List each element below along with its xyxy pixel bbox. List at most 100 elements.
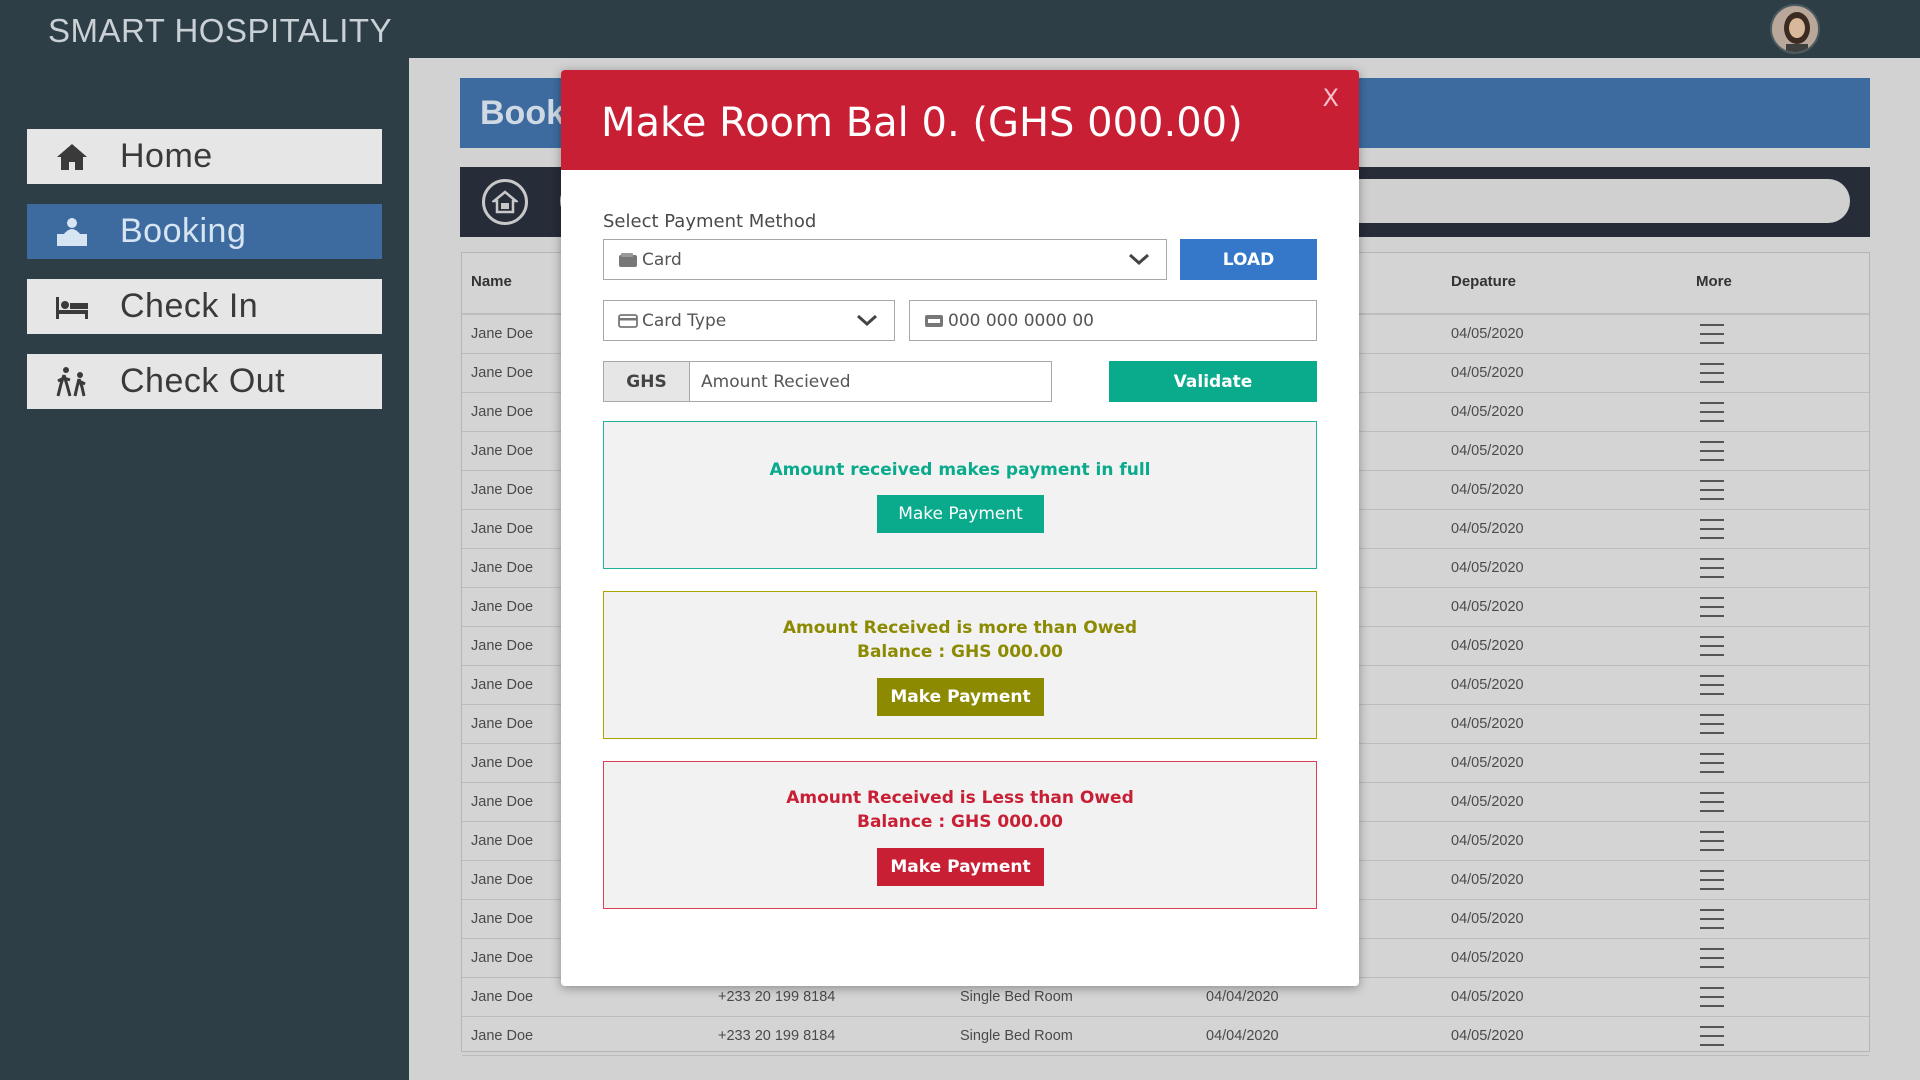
cell-departure: 04/05/2020 <box>1451 833 1524 849</box>
cell-departure: 04/05/2020 <box>1451 404 1524 420</box>
reception-desk-icon <box>52 212 92 252</box>
cell-name: Jane Doe <box>471 560 534 576</box>
page-title: Book <box>480 94 565 132</box>
make-payment-over-button[interactable]: Make Payment <box>877 678 1044 716</box>
wallet-icon <box>618 252 638 273</box>
walking-person-icon <box>52 362 92 402</box>
cell-room-type: Single Bed Room <box>960 1028 1073 1044</box>
currency-addon: GHS <box>604 362 690 401</box>
cell-departure: 04/05/2020 <box>1451 911 1524 927</box>
card-type-select[interactable]: Card Type <box>603 300 895 341</box>
cell-room-type: Single Bed Room <box>960 989 1073 1005</box>
cell-departure: 04/05/2020 <box>1451 950 1524 966</box>
cell-name: Jane Doe <box>471 989 534 1005</box>
column-header-name: Name <box>471 273 512 290</box>
payment-method-select[interactable]: Card <box>603 239 1167 280</box>
hamburger-menu-icon[interactable] <box>1700 909 1724 929</box>
validate-button[interactable]: Validate <box>1109 361 1317 402</box>
sidebar-item-booking[interactable]: Booking <box>27 204 382 259</box>
sidebar-item-label: Booking <box>120 212 247 250</box>
hamburger-menu-icon[interactable] <box>1700 987 1724 1007</box>
make-payment-full-button[interactable]: Make Payment <box>877 495 1044 533</box>
hamburger-menu-icon[interactable] <box>1700 519 1724 539</box>
cell-name: Jane Doe <box>471 365 534 381</box>
payment-method-label: Select Payment Method <box>603 211 817 232</box>
column-header-departure: Depature <box>1451 273 1517 290</box>
make-payment-under-button[interactable]: Make Payment <box>877 848 1044 886</box>
cell-arrival: 04/04/2020 <box>1206 1028 1279 1044</box>
cell-name: Jane Doe <box>471 716 534 732</box>
cell-departure: 04/05/2020 <box>1451 599 1524 615</box>
cell-name: Jane Doe <box>471 833 534 849</box>
hamburger-menu-icon[interactable] <box>1700 558 1724 578</box>
hamburger-menu-icon[interactable] <box>1700 753 1724 773</box>
cell-name: Jane Doe <box>471 599 534 615</box>
payment-over-message: Amount Received is more than Owed <box>782 618 1138 638</box>
hamburger-menu-icon[interactable] <box>1700 675 1724 695</box>
cell-departure: 04/05/2020 <box>1451 755 1524 771</box>
modal-title: Make Room Bal 0. (GHS 000.00) <box>601 100 1243 146</box>
payment-over-balance: Balance : GHS 000.00 <box>856 642 1064 662</box>
cell-name: Jane Doe <box>471 404 534 420</box>
cell-name: Jane Doe <box>471 443 534 459</box>
hamburger-menu-icon[interactable] <box>1700 402 1724 422</box>
cell-departure: 04/05/2020 <box>1451 677 1524 693</box>
cell-name: Jane Doe <box>471 521 534 537</box>
amount-received-group: GHS Amount Recieved <box>603 361 1052 402</box>
cell-departure: 04/05/2020 <box>1451 443 1524 459</box>
cell-phone: +233 20 199 8184 <box>718 1028 836 1044</box>
hamburger-menu-icon[interactable] <box>1700 714 1724 734</box>
cell-name: Jane Doe <box>471 872 534 888</box>
sidebar-item-home[interactable]: Home <box>27 129 382 184</box>
payment-under-message: Amount Received is Less than Owed <box>786 788 1134 808</box>
hamburger-menu-icon[interactable] <box>1700 792 1724 812</box>
cell-name: Jane Doe <box>471 755 534 771</box>
cell-departure: 04/05/2020 <box>1451 716 1524 732</box>
credit-card-icon <box>618 313 638 334</box>
payment-under-panel: Amount Received is Less than Owed Balanc… <box>603 761 1317 909</box>
column-header-more: More <box>1696 273 1732 290</box>
hamburger-menu-icon[interactable] <box>1700 870 1724 890</box>
card-type-placeholder: Card Type <box>642 311 727 331</box>
payment-full-message: Amount received makes payment in full <box>769 460 1151 480</box>
card-cvc-icon <box>924 313 944 334</box>
cell-departure: 04/05/2020 <box>1451 872 1524 888</box>
card-number-placeholder: 000 000 0000 00 <box>948 311 1095 331</box>
cell-departure: 04/05/2020 <box>1451 794 1524 810</box>
card-number-input[interactable]: 000 000 0000 00 <box>909 300 1317 341</box>
app-title: SMART HOSPITALITY <box>48 12 393 49</box>
amount-received-input[interactable]: Amount Recieved <box>701 372 851 392</box>
cell-arrival: 04/04/2020 <box>1206 989 1279 1005</box>
chevron-down-icon <box>1128 250 1150 273</box>
table-row: Jane Doe +233 20 199 8184 Single Bed Room 0… <box>462 1017 1869 1056</box>
hamburger-menu-icon[interactable] <box>1700 636 1724 656</box>
cell-departure: 04/05/2020 <box>1451 365 1524 381</box>
sidebar-item-check-out[interactable]: Check Out <box>27 354 382 409</box>
hamburger-menu-icon[interactable] <box>1700 597 1724 617</box>
hamburger-menu-icon[interactable] <box>1700 441 1724 461</box>
modal-header: Make Room Bal 0. (GHS 000.00) X <box>561 70 1359 170</box>
user-avatar[interactable] <box>1770 4 1820 54</box>
cell-departure: 04/05/2020 <box>1451 326 1524 342</box>
payment-modal: Make Room Bal 0. (GHS 000.00) X Select P… <box>561 70 1359 986</box>
sidebar-item-check-in[interactable]: Check In <box>27 279 382 334</box>
cell-departure: 04/05/2020 <box>1451 521 1524 537</box>
hamburger-menu-icon[interactable] <box>1700 1026 1724 1046</box>
close-button[interactable]: X <box>1323 84 1339 112</box>
cell-name: Jane Doe <box>471 911 534 927</box>
cell-phone: +233 20 199 8184 <box>718 989 836 1005</box>
payment-over-panel: Amount Received is more than Owed Balanc… <box>603 591 1317 739</box>
cell-name: Jane Doe <box>471 950 534 966</box>
load-button[interactable]: LOAD <box>1180 239 1317 280</box>
hamburger-menu-icon[interactable] <box>1700 831 1724 851</box>
cell-departure: 04/05/2020 <box>1451 560 1524 576</box>
cell-name: Jane Doe <box>471 638 534 654</box>
hamburger-menu-icon[interactable] <box>1700 363 1724 383</box>
cell-departure: 04/05/2020 <box>1451 482 1524 498</box>
hamburger-menu-icon[interactable] <box>1700 324 1724 344</box>
hamburger-menu-icon[interactable] <box>1700 480 1724 500</box>
payment-full-panel: Amount received makes payment in full Ma… <box>603 421 1317 569</box>
sidebar-item-label: Check In <box>120 287 259 325</box>
hamburger-menu-icon[interactable] <box>1700 948 1724 968</box>
bed-icon <box>52 287 92 327</box>
